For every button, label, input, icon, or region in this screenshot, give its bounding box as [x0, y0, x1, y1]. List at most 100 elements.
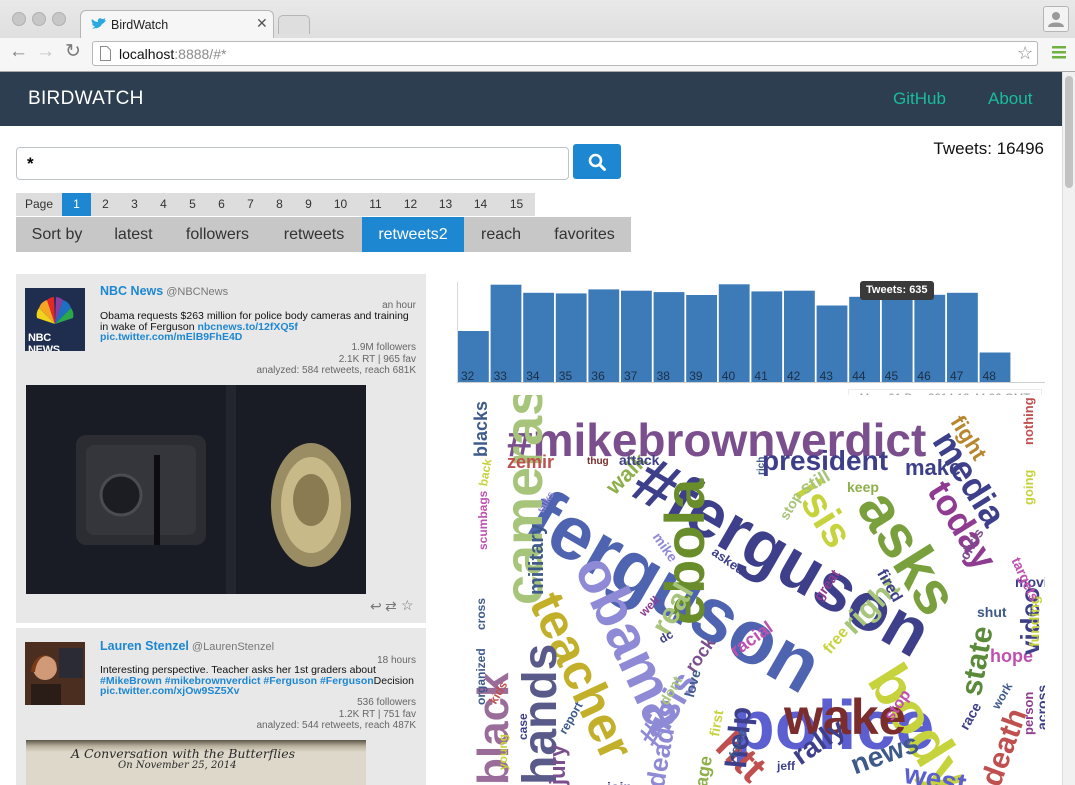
- minimize-window-button[interactable]: [32, 12, 46, 26]
- avatar[interactable]: [25, 642, 85, 705]
- tweet-pic-link[interactable]: pic.twitter.com/mElB9FhE4D: [100, 331, 242, 343]
- tweets-histogram: 32 33 34 35 36 37 38 39 40 41 42 43 44 45 46 47 48: [457, 282, 1045, 383]
- word-cloud-word[interactable]: going: [1021, 470, 1036, 505]
- back-arrow-icon[interactable]: ←: [9, 41, 28, 63]
- word-cloud-word[interactable]: scumbags: [476, 491, 490, 550]
- tweet-text: Obama requests $263 million for police b…: [100, 310, 409, 343]
- page-6-button[interactable]: 6: [207, 193, 236, 216]
- histogram-bar-40[interactable]: [718, 284, 750, 382]
- word-cloud-word[interactable]: age: [691, 754, 716, 785]
- new-tab-button[interactable]: [278, 15, 310, 34]
- sort-retweets-button[interactable]: retweets: [266, 217, 362, 252]
- reload-icon[interactable]: ↻: [65, 40, 81, 63]
- profile-button[interactable]: [1043, 6, 1069, 32]
- word-cloud-word[interactable]: rich: [756, 457, 767, 475]
- word-cloud-word[interactable]: case: [516, 713, 530, 740]
- tweet-card: NBC NEWS NBC News @NBCNews an hour Obama …: [16, 274, 426, 623]
- tweet-card: Lauren Stenzel @LaurenStenzel 18 hours In…: [16, 628, 426, 785]
- tab-close-icon[interactable]: ✕: [256, 15, 268, 32]
- sort-followers-button[interactable]: followers: [169, 217, 266, 252]
- word-cloud-word[interactable]: military: [526, 524, 548, 595]
- page-1-button[interactable]: 1: [62, 193, 91, 216]
- page-scrollbar[interactable]: [1062, 72, 1075, 785]
- tweet-followers: 536 followers: [357, 697, 416, 708]
- about-link[interactable]: About: [988, 89, 1032, 109]
- page-9-button[interactable]: 9: [294, 193, 323, 216]
- word-cloud-word[interactable]: race: [956, 700, 984, 733]
- page-3-button[interactable]: 3: [120, 193, 149, 216]
- github-link[interactable]: GitHub: [893, 89, 946, 109]
- page-14-button[interactable]: 14: [463, 193, 498, 216]
- word-cloud-word[interactable]: jury: [545, 745, 570, 785]
- tweets-count: Tweets: 16496: [933, 139, 1044, 158]
- tweet-handle: @LaurenStenzel: [191, 641, 275, 653]
- word-cloud-word[interactable]: keep: [847, 480, 879, 494]
- histogram-label-47: 47: [950, 369, 964, 383]
- chart-tooltip: Tweets: 635: [860, 281, 934, 300]
- word-cloud-word[interactable]: back: [476, 458, 495, 487]
- histogram-label-41: 41: [754, 369, 768, 383]
- search-button[interactable]: [573, 144, 621, 179]
- retweet-icon[interactable]: ⇄: [385, 598, 397, 615]
- sort-latest-button[interactable]: latest: [98, 217, 169, 252]
- brand-logo[interactable]: BIRDWATCH: [28, 88, 144, 110]
- word-cloud-word[interactable]: zemir: [507, 453, 554, 471]
- photo-date: On November 25, 2014: [118, 760, 237, 771]
- word-cloud-word[interactable]: attack: [619, 453, 659, 467]
- tweet-pic-link[interactable]: pic.twitter.com/xjOw9SZ5Xv: [100, 685, 239, 697]
- browser-tab[interactable]: BirdWatch ✕: [80, 10, 274, 39]
- twitter-bird-icon: [91, 18, 106, 29]
- avatar[interactable]: NBC NEWS: [25, 288, 85, 351]
- word-cloud-word[interactable]: young: [496, 734, 510, 770]
- close-window-button[interactable]: [12, 12, 26, 26]
- tweet-rt-fav: 1.2K RT | 751 fav: [338, 709, 416, 720]
- tweet-author[interactable]: NBC News @NBCNews: [100, 284, 228, 298]
- page-10-button[interactable]: 10: [323, 193, 358, 216]
- scrollbar-thumb[interactable]: [1065, 76, 1073, 188]
- address-bar[interactable]: localhost:8888/#* ☆: [92, 41, 1038, 66]
- word-cloud-word[interactable]: nothing: [1021, 397, 1036, 445]
- tweet-followers: 1.9M followers: [351, 342, 416, 353]
- favorite-star-icon[interactable]: ☆: [401, 597, 414, 614]
- page-8-button[interactable]: 8: [265, 193, 294, 216]
- maximize-window-button[interactable]: [52, 12, 66, 26]
- word-cloud-word[interactable]: join: [607, 780, 632, 785]
- page-12-button[interactable]: 12: [393, 193, 428, 216]
- word-cloud-word[interactable]: shut: [977, 605, 1007, 619]
- page-11-button[interactable]: 11: [358, 193, 393, 216]
- tweet-author[interactable]: Lauren Stenzel @LaurenStenzel: [100, 639, 274, 653]
- url-text: localhost:8888/#*: [119, 46, 227, 62]
- reply-icon[interactable]: ↩: [370, 598, 382, 615]
- sort-favorites-button[interactable]: favorites: [538, 217, 631, 252]
- tweet-analyzed: analyzed: 544 retweets, reach 487K: [256, 720, 416, 731]
- word-cloud-word[interactable]: organized: [474, 648, 488, 705]
- tweet-analyzed: analyzed: 584 retweets, reach 681K: [256, 365, 416, 376]
- bookmark-star-icon[interactable]: ☆: [1017, 43, 1033, 64]
- sort-label: Sort by: [31, 226, 83, 243]
- word-cloud-word[interactable]: person: [1021, 692, 1036, 735]
- histogram-label-48: 48: [983, 369, 997, 383]
- menu-icon[interactable]: [1052, 45, 1066, 59]
- word-cloud-word[interactable]: thug: [587, 457, 609, 467]
- word-cloud-word[interactable]: jeff: [777, 760, 795, 772]
- page-13-button[interactable]: 13: [428, 193, 463, 216]
- histogram-bar-33[interactable]: [490, 284, 522, 382]
- tweet-photo[interactable]: A Conversation with the Butterflies On N…: [26, 740, 366, 785]
- word-cloud-word[interactable]: across: [1034, 685, 1045, 730]
- search-input[interactable]: [16, 147, 569, 180]
- tweet-photo[interactable]: [26, 385, 366, 594]
- sort-retweets2-button[interactable]: retweets2: [362, 217, 464, 252]
- pagination: Page 1 2 3 4 5 6 7 8 9 10 11 12 13 14 15: [16, 193, 535, 216]
- page-5-button[interactable]: 5: [178, 193, 207, 216]
- forward-arrow-icon[interactable]: →: [36, 41, 55, 63]
- page-2-button[interactable]: 2: [91, 193, 120, 216]
- page-15-button[interactable]: 15: [498, 193, 535, 216]
- page-7-button[interactable]: 7: [236, 193, 265, 216]
- tweet-text: Interesting perspective. Teacher asks he…: [100, 664, 414, 697]
- page-label: Page: [24, 197, 54, 211]
- word-cloud-word[interactable]: blacks: [471, 401, 491, 457]
- tweet-handle: @NBCNews: [166, 286, 229, 298]
- page-4-button[interactable]: 4: [149, 193, 178, 216]
- sort-reach-button[interactable]: reach: [464, 217, 538, 252]
- word-cloud-word[interactable]: cross: [474, 598, 488, 630]
